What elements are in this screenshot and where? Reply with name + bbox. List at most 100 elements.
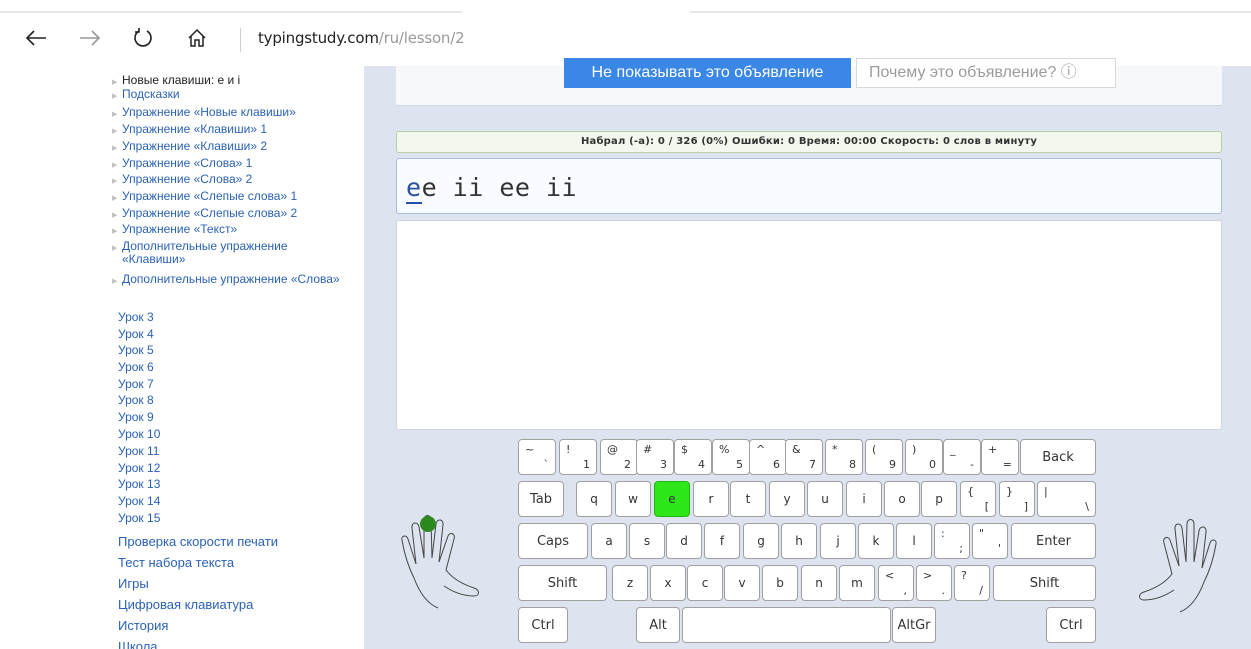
key-w[interactable]: w	[615, 481, 651, 517]
key-u[interactable]: u	[807, 481, 843, 517]
key-tab[interactable]: Tab	[518, 481, 564, 517]
key-capslock[interactable]: Caps	[518, 523, 588, 559]
sidebar-subitem-exercise[interactable]: ▶ Упражнение «Новые клавиши»	[112, 106, 347, 119]
address-bar[interactable]: typingstudy.com/ru/lesson/2	[258, 29, 465, 47]
key-7[interactable]: & 7	[785, 439, 823, 475]
key-j[interactable]: j	[820, 523, 856, 559]
key-n[interactable]: n	[801, 565, 837, 601]
sidebar-subitem-exercise[interactable]: ▶ Упражнение «Слепые слова» 2	[112, 207, 347, 220]
key-9[interactable]: (9	[865, 439, 903, 475]
key-g[interactable]: g	[743, 523, 779, 559]
key-4[interactable]: $4	[674, 439, 712, 475]
key-3[interactable]: #3	[636, 439, 674, 475]
home-icon[interactable]	[181, 22, 213, 54]
key-semicolon[interactable]: :;	[934, 523, 970, 559]
key-i[interactable]: i	[846, 481, 882, 517]
sidebar-subitem-new-keys[interactable]: ▶ Новые клавиши: е и і	[112, 74, 347, 87]
sidebar-lesson[interactable]: Урок 5	[118, 344, 154, 357]
sidebar-subitem-extra-words[interactable]: ▶ Дополнительные упражнение «Слова»	[112, 273, 342, 286]
key-c[interactable]: c	[687, 565, 723, 601]
key-f[interactable]: f	[704, 523, 740, 559]
key-minus[interactable]: _ -	[943, 439, 981, 475]
key-right-ctrl[interactable]: Ctrl	[1046, 607, 1096, 643]
sidebar-subitem-exercise[interactable]: ▶ Упражнение «Текст»	[112, 223, 347, 236]
sidebar-menu-numpad[interactable]: Цифровая клавиатура	[118, 597, 253, 612]
key-y[interactable]: y	[769, 481, 805, 517]
key-e[interactable]: e	[654, 481, 690, 517]
key-t[interactable]: t	[730, 481, 766, 517]
sidebar-menu-school[interactable]: Школа	[118, 639, 158, 649]
key-0[interactable]: ) 0	[905, 439, 943, 475]
key-o[interactable]: o	[884, 481, 920, 517]
key-slash[interactable]: ? /	[954, 565, 990, 601]
key-left-bracket[interactable]: {[	[960, 481, 996, 517]
sidebar-menu-history[interactable]: История	[118, 618, 168, 633]
why-ad-button[interactable]: Почему это объявление? ⓘ	[856, 58, 1116, 88]
key-p[interactable]: p	[921, 481, 957, 517]
key-comma[interactable]: <,	[878, 565, 914, 601]
hide-ad-button[interactable]: Не показывать это объявление	[564, 58, 851, 88]
key-m[interactable]: m	[839, 565, 875, 601]
bullet-triangle-icon: ▶	[112, 93, 118, 100]
sidebar-lesson[interactable]: Урок 12	[118, 462, 160, 475]
key-a[interactable]: a	[591, 523, 627, 559]
sidebar-lesson[interactable]: Урок 10	[118, 428, 160, 441]
key-b[interactable]: b	[762, 565, 798, 601]
key-left-ctrl[interactable]: Ctrl	[518, 607, 568, 643]
sidebar-menu-typing-test[interactable]: Тест набора текста	[118, 555, 234, 570]
refresh-icon[interactable]	[127, 22, 159, 54]
key-backspace[interactable]: Back	[1020, 439, 1096, 475]
key-2[interactable]: @2	[600, 439, 638, 475]
sidebar-subitem-exercise[interactable]: ▶ Упражнение «Клавиши» 2	[112, 140, 347, 153]
key-right-bracket[interactable]: }]	[999, 481, 1035, 517]
forward-arrow-icon[interactable]	[74, 22, 106, 54]
sidebar-subitem-exercise[interactable]: ▶ Упражнение «Слова» 1	[112, 157, 347, 170]
key-h[interactable]: h	[781, 523, 817, 559]
key-enter[interactable]: Enter	[1011, 523, 1096, 559]
sidebar-lesson[interactable]: Урок 11	[118, 445, 159, 458]
sidebar-subitem-exercise[interactable]: ▶ Упражнение «Слепые слова» 1	[112, 190, 347, 203]
typed-text-area[interactable]	[396, 220, 1222, 430]
sidebar-lesson[interactable]: Урок 8	[118, 394, 154, 407]
sidebar-lesson[interactable]: Урок 3	[118, 311, 154, 324]
key-8[interactable]: * 8	[825, 439, 863, 475]
key-5[interactable]: % 5	[712, 439, 750, 475]
key-q[interactable]: q	[576, 481, 612, 517]
sidebar-subitem-exercise[interactable]: ▶ Упражнение «Клавиши» 1	[112, 123, 347, 136]
key-space[interactable]	[682, 607, 891, 643]
key-l[interactable]: l	[896, 523, 932, 559]
key-alt[interactable]: Alt	[636, 607, 680, 643]
sidebar-lesson[interactable]: Урок 9	[118, 411, 154, 424]
key-6[interactable]: ^ 6	[749, 439, 787, 475]
sidebar-menu-games[interactable]: Игры	[118, 576, 149, 591]
sidebar-menu-speed-test[interactable]: Проверка скорости печати	[118, 534, 278, 549]
key-r[interactable]: r	[693, 481, 729, 517]
sidebar-lesson[interactable]: Урок 6	[118, 361, 154, 374]
key-period[interactable]: >.	[916, 565, 952, 601]
key-altgr[interactable]: AltGr	[892, 607, 936, 643]
key-right-shift[interactable]: Shift	[993, 565, 1096, 601]
key-z[interactable]: z	[612, 565, 648, 601]
key-v[interactable]: v	[724, 565, 760, 601]
key-backtick[interactable]: ~ `	[518, 439, 556, 475]
key-quote[interactable]: " '	[972, 523, 1008, 559]
key-backslash[interactable]: | \	[1037, 481, 1096, 517]
key-equals[interactable]: + =	[981, 439, 1019, 475]
sidebar-subitem-hints[interactable]: ▶ Подсказки	[112, 88, 347, 101]
sidebar-lesson[interactable]: Урок 15	[118, 512, 160, 525]
key-k[interactable]: k	[858, 523, 894, 559]
sidebar-lesson[interactable]: Урок 4	[118, 328, 154, 341]
address-separator	[240, 28, 241, 52]
ad-feedback-box: Не показывать это объявление Почему это …	[396, 58, 1222, 106]
key-x[interactable]: x	[650, 565, 686, 601]
key-left-shift[interactable]: Shift	[518, 565, 607, 601]
key-1[interactable]: ! 1	[559, 439, 597, 475]
sidebar-subitem-exercise[interactable]: ▶ Упражнение «Слова» 2	[112, 173, 347, 186]
key-d[interactable]: d	[666, 523, 702, 559]
back-arrow-icon[interactable]	[20, 22, 52, 54]
sidebar-lesson[interactable]: Урок 14	[118, 495, 160, 508]
sidebar-lesson[interactable]: Урок 13	[118, 478, 160, 491]
sidebar-subitem-extra-keys[interactable]: ▶ Дополнительные упражнение «Клавиши»	[112, 240, 342, 266]
sidebar-lesson[interactable]: Урок 7	[118, 378, 154, 391]
key-s[interactable]: s	[629, 523, 665, 559]
